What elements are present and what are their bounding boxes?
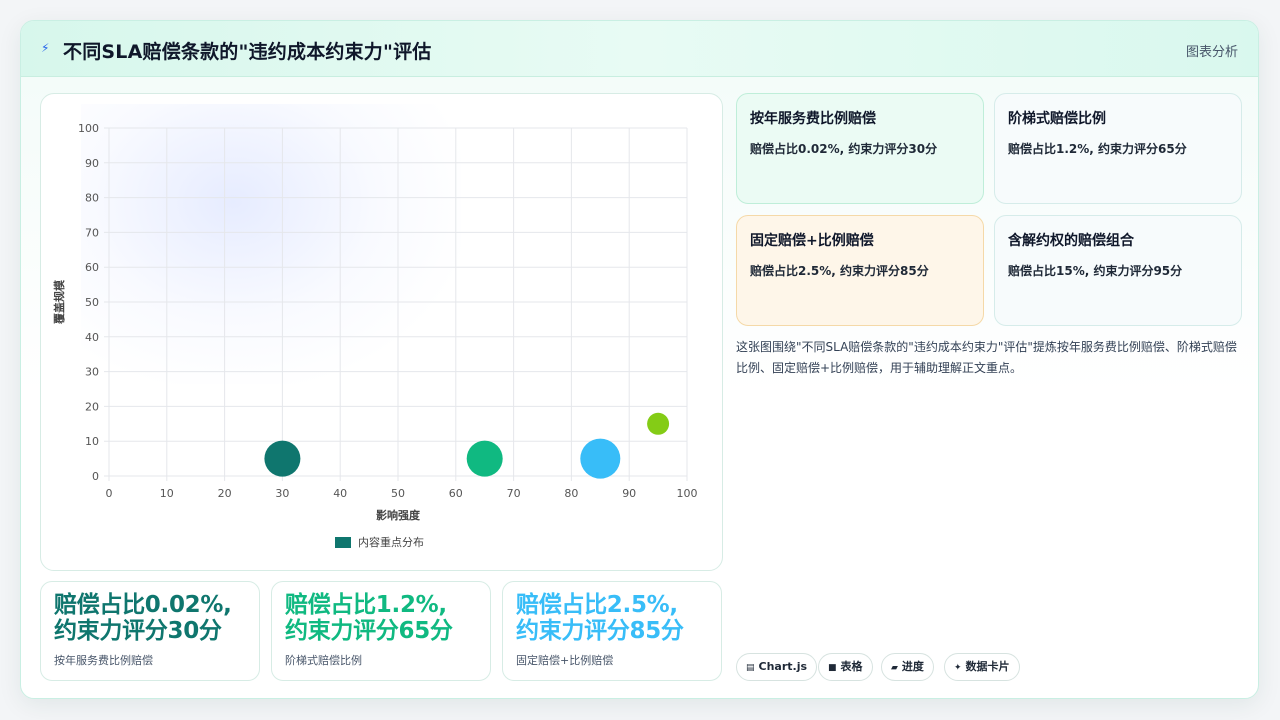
info-card-desc: 赔偿占比0.02%, 约束力评分30分 bbox=[750, 142, 938, 156]
legend-label: 内容重点分布 bbox=[358, 535, 424, 549]
stat-value-3-line1: 赔偿占比2.5%, bbox=[516, 592, 678, 618]
data-point bbox=[466, 440, 503, 477]
y-tick-label: 80 bbox=[85, 192, 99, 205]
main-card: ⚡ 不同SLA赔偿条款的"违约成本约束力"评估 图表分析 0 10 20 30 40 50… bbox=[20, 20, 1259, 699]
stat-value-3-line2: 约束力评分85分 bbox=[516, 618, 684, 644]
stat-value-2-line2: 约束力评分65分 bbox=[285, 618, 453, 644]
pill-label: 进度 bbox=[901, 660, 924, 673]
stat-card-2: 赔偿占比1.2%, 约束力评分65分 阶梯式赔偿比例 bbox=[271, 581, 491, 681]
x-tick-label: 10 bbox=[160, 487, 174, 500]
stat-value-2: 赔偿占比1.2%, 约束力评分65分 bbox=[285, 592, 477, 644]
stat-label-2: 阶梯式赔偿比例 bbox=[285, 654, 362, 667]
pill-table[interactable]: ■ 表格 bbox=[818, 653, 873, 681]
stat-card-1: 赔偿占比0.02%, 约束力评分30分 按年服务费比例赔偿 bbox=[40, 581, 260, 681]
y-tick-label: 100 bbox=[78, 122, 99, 135]
table-icon: ■ bbox=[828, 663, 837, 673]
legend-swatch bbox=[335, 537, 351, 548]
data-point bbox=[580, 438, 621, 479]
x-axis-label: 影响强度 bbox=[376, 508, 421, 522]
info-card-3: 固定赔偿+比例赔偿 赔偿占比2.5%, 约束力评分85分 bbox=[736, 215, 984, 326]
page-title: 不同SLA赔偿条款的"违约成本约束力"评估 bbox=[63, 41, 432, 63]
pill-data-card[interactable]: ✦ 数据卡片 bbox=[944, 653, 1020, 681]
x-tick-label: 70 bbox=[507, 487, 521, 500]
y-tick-label: 50 bbox=[85, 296, 99, 309]
x-tick-label: 40 bbox=[333, 487, 347, 500]
pill-progress[interactable]: ▰ 进度 bbox=[881, 653, 934, 681]
lightning-icon: ⚡ bbox=[41, 41, 50, 55]
x-tick-label: 60 bbox=[449, 487, 463, 500]
stat-value-1-line1: 赔偿占比0.02%, bbox=[54, 592, 232, 618]
pill-chartjs[interactable]: ▤ Chart.js bbox=[736, 653, 818, 681]
y-tick-label: 90 bbox=[85, 157, 99, 170]
y-tick-label: 60 bbox=[85, 261, 99, 274]
y-tick-label: 70 bbox=[85, 226, 99, 239]
summary-text: 这张图围绕"不同SLA赔偿条款的"违约成本约束力"评估"提炼按年服务费比例赔偿、… bbox=[736, 340, 1237, 375]
y-axis-label: 覆盖规模 bbox=[52, 279, 66, 324]
pill-label: Chart.js bbox=[758, 660, 808, 673]
info-card-desc: 赔偿占比2.5%, 约束力评分85分 bbox=[750, 264, 929, 278]
bubble-chart: 0 10 20 30 40 50 60 70 80 90 100 0 10 20 30 40 50 60 70 80 9… bbox=[52, 122, 698, 549]
x-tick-label: 50 bbox=[391, 487, 405, 500]
y-tick-label: 0 bbox=[92, 470, 99, 483]
info-card-4: 含解约权的赔偿组合 赔偿占比15%, 约束力评分95分 bbox=[994, 215, 1242, 326]
info-card-title: 阶梯式赔偿比例 bbox=[1008, 111, 1106, 127]
info-card-desc: 赔偿占比1.2%, 约束力评分65分 bbox=[1008, 142, 1187, 156]
y-tick-label: 10 bbox=[85, 435, 99, 448]
chart-icon: ▤ bbox=[746, 663, 755, 673]
stat-card-3: 赔偿占比2.5%, 约束力评分85分 固定赔偿+比例赔偿 bbox=[502, 581, 722, 681]
pill-label: 数据卡片 bbox=[965, 660, 1010, 673]
info-card-1: 按年服务费比例赔偿 赔偿占比0.02%, 约束力评分30分 bbox=[736, 93, 984, 204]
x-tick-label: 30 bbox=[275, 487, 289, 500]
pill-label: 表格 bbox=[840, 660, 863, 673]
progress-icon: ▰ bbox=[891, 663, 898, 673]
stat-value-1: 赔偿占比0.02%, 约束力评分30分 bbox=[54, 592, 246, 644]
info-card-title: 按年服务费比例赔偿 bbox=[750, 111, 876, 127]
x-tick-label: 100 bbox=[677, 487, 698, 500]
y-tick-label: 20 bbox=[85, 400, 99, 413]
data-point bbox=[264, 440, 301, 477]
data-point bbox=[647, 412, 670, 435]
sparkle-icon: ✦ bbox=[954, 663, 962, 673]
x-tick-label: 20 bbox=[218, 487, 232, 500]
stat-label-1: 按年服务费比例赔偿 bbox=[54, 654, 153, 667]
x-tick-label: 0 bbox=[106, 487, 113, 500]
chart-panel: 0 10 20 30 40 50 60 70 80 90 100 0 10 20 30 40 50 60 70 80 9… bbox=[40, 93, 723, 571]
y-tick-label: 30 bbox=[85, 366, 99, 379]
x-tick-label: 90 bbox=[622, 487, 636, 500]
stat-label-3: 固定赔偿+比例赔偿 bbox=[516, 654, 614, 667]
info-card-desc: 赔偿占比15%, 约束力评分95分 bbox=[1008, 264, 1183, 278]
chart-analysis-tag[interactable]: 图表分析 bbox=[1186, 41, 1238, 60]
stat-value-1-line2: 约束力评分30分 bbox=[54, 618, 222, 644]
header: ⚡ 不同SLA赔偿条款的"违约成本约束力"评估 图表分析 bbox=[21, 21, 1258, 77]
x-tick-label: 80 bbox=[564, 487, 578, 500]
info-card-title: 含解约权的赔偿组合 bbox=[1008, 233, 1134, 249]
info-card-2: 阶梯式赔偿比例 赔偿占比1.2%, 约束力评分65分 bbox=[994, 93, 1242, 204]
stat-value-2-line1: 赔偿占比1.2%, bbox=[285, 592, 447, 618]
info-card-title: 固定赔偿+比例赔偿 bbox=[750, 233, 874, 249]
y-tick-label: 40 bbox=[85, 331, 99, 344]
stat-value-3: 赔偿占比2.5%, 约束力评分85分 bbox=[516, 592, 708, 644]
